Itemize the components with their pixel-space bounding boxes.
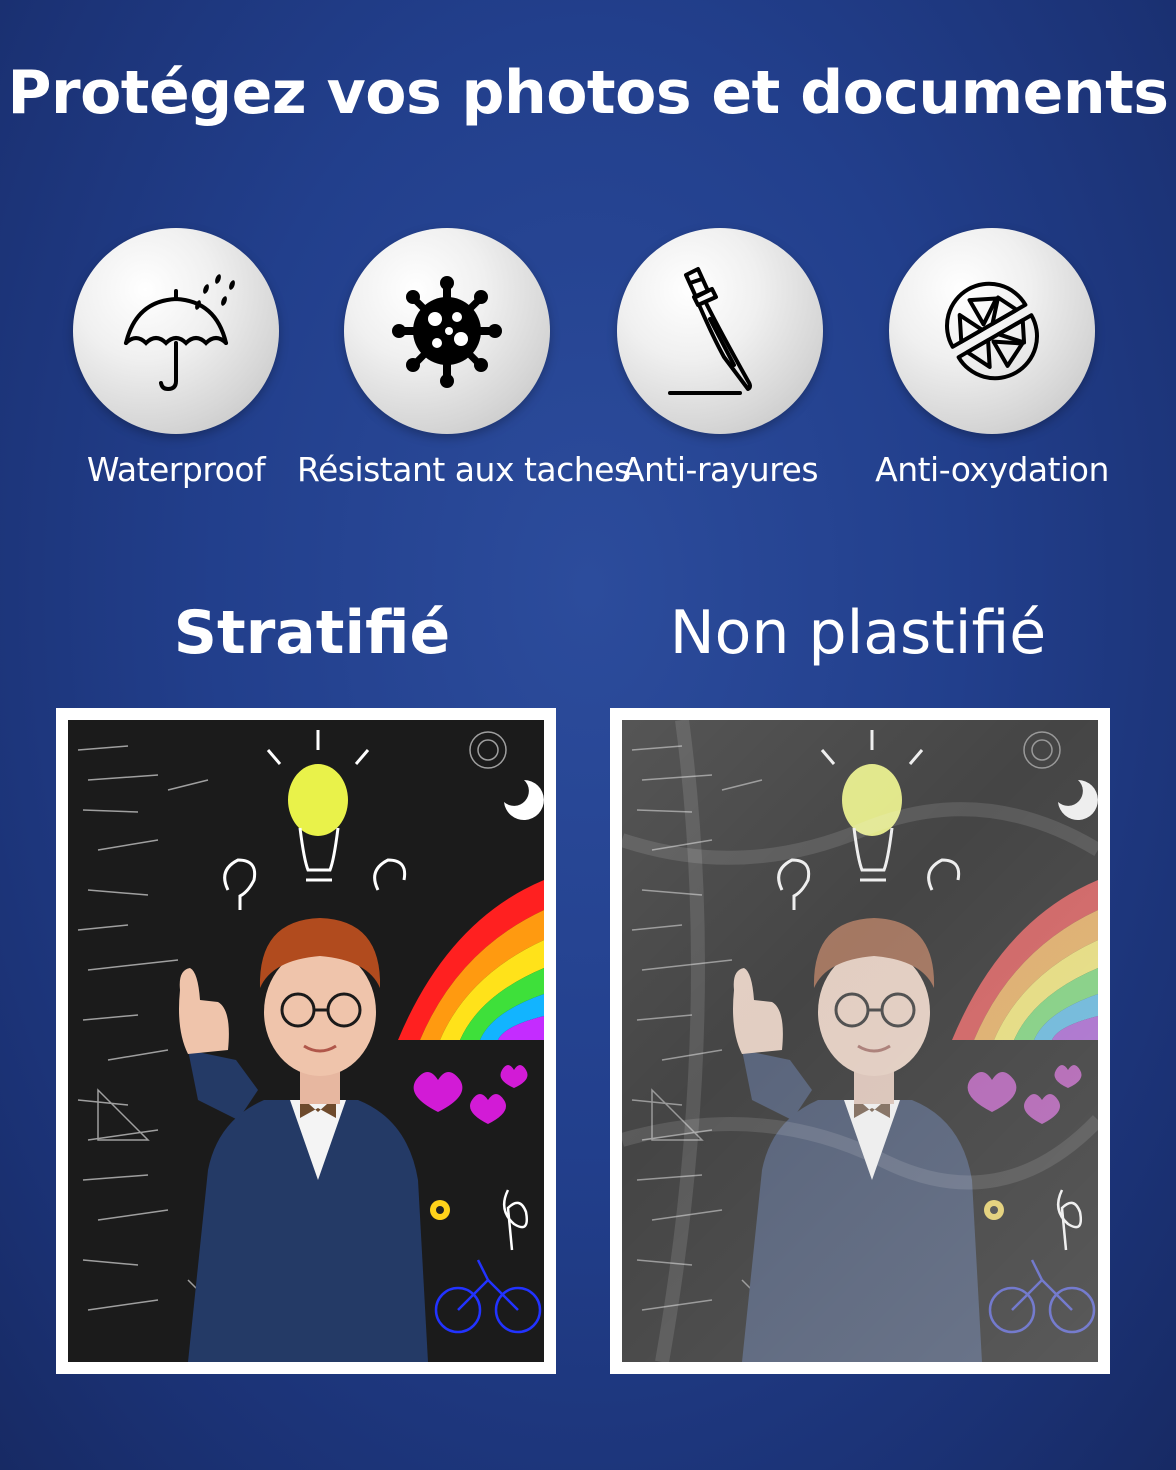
non-laminated-photo-frame (610, 708, 1110, 1374)
feature-label: Anti-rayures (621, 450, 819, 489)
non-laminated-photo (622, 720, 1098, 1362)
non-laminated-title: Non plastifié (669, 598, 1047, 668)
no-lemon-icon (945, 281, 1039, 381)
umbrella-rain-icon (124, 274, 235, 392)
feature-circle (344, 228, 550, 434)
feature-stain-resistant: Résistant aux taches (297, 228, 631, 489)
stain-splat-icon (392, 276, 502, 388)
feature-label: Résistant aux taches (297, 450, 631, 489)
headline: Protégez vos photos et documents (7, 58, 1169, 128)
feature-label: Waterproof (86, 450, 266, 489)
laminated-photo (68, 720, 544, 1362)
laminated-photo-frame (56, 708, 556, 1374)
feature-anti-oxidation: Anti-oxydation (842, 228, 1142, 489)
feature-anti-scratch: Anti-rayures (570, 228, 870, 489)
feature-circle (889, 228, 1095, 434)
feature-circle (73, 228, 279, 434)
feature-circle (617, 228, 823, 434)
chalkboard-boy-illustration (622, 720, 1098, 1362)
feature-label: Anti-oxydation (875, 450, 1109, 489)
knife-scratch-icon (668, 267, 752, 395)
laminated-title: Stratifié (173, 598, 451, 668)
feature-row: Waterproof Résistant aux taches Anti-ray… (0, 228, 1176, 498)
feature-waterproof: Waterproof (26, 228, 326, 489)
chalkboard-boy-illustration (68, 720, 544, 1362)
